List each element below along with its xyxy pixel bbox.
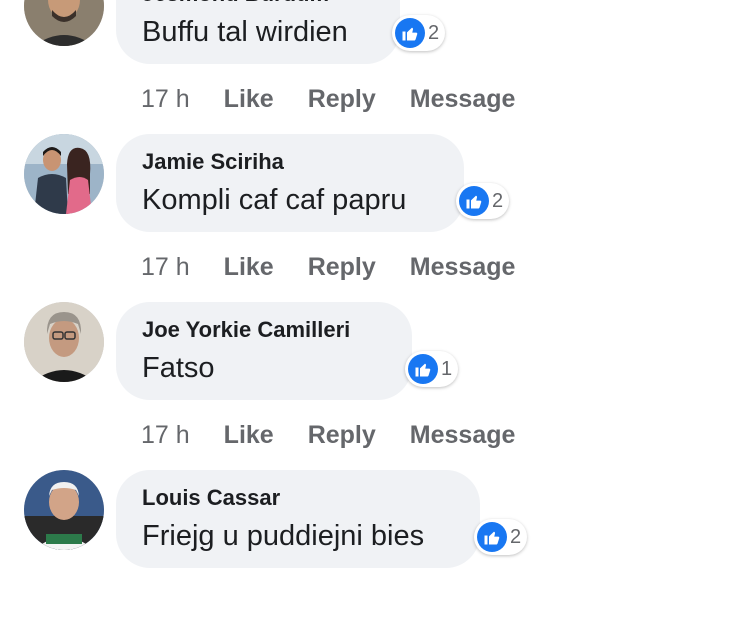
- reaction-badge[interactable]: 2: [456, 183, 510, 219]
- avatar-photo-icon: [24, 302, 104, 382]
- like-icon: [459, 186, 489, 216]
- avatar-photo-icon: [24, 134, 104, 214]
- comment-text: Fatso: [142, 352, 215, 384]
- like-icon: [408, 354, 438, 384]
- like-button[interactable]: Like: [224, 253, 274, 282]
- like-button[interactable]: Like: [224, 85, 274, 114]
- reaction-count: 2: [510, 525, 522, 548]
- like-icon: [395, 18, 425, 48]
- avatar[interactable]: [24, 134, 104, 214]
- comment-item: Joe Yorkie Camilleri Fatso 1 17 h Like R…: [0, 302, 746, 470]
- reaction-count: 2: [492, 189, 504, 212]
- reaction-badge[interactable]: 2: [474, 519, 528, 555]
- comment-timestamp[interactable]: 17 h: [141, 253, 190, 282]
- avatar[interactable]: [24, 302, 104, 382]
- comment-bubble: Joe Yorkie Camilleri Fatso: [116, 302, 412, 400]
- message-button[interactable]: Message: [410, 421, 516, 450]
- comment-text: Friejg u puddiejni bies: [142, 520, 425, 552]
- comment-author[interactable]: Joe Yorkie Camilleri: [142, 316, 386, 344]
- reply-button[interactable]: Reply: [308, 253, 376, 282]
- comment-item: Louis Cassar Friejg u puddiejni bies 2: [0, 470, 746, 638]
- comment-author[interactable]: Jesmond Burdum: [142, 0, 374, 8]
- reply-button[interactable]: Reply: [308, 421, 376, 450]
- comment-actions: 17 h Like Reply Message: [141, 421, 515, 450]
- reply-button[interactable]: Reply: [308, 85, 376, 114]
- comment-bubble: Jesmond Burdum Buffu tal wirdien: [116, 0, 400, 64]
- comment-actions: 17 h Like Reply Message: [141, 253, 515, 282]
- comment-bubble: Louis Cassar Friejg u puddiejni bies: [116, 470, 480, 568]
- reaction-badge[interactable]: 2: [392, 15, 446, 51]
- comment-text: Kompli caf caf papru: [142, 184, 407, 216]
- like-icon: [477, 522, 507, 552]
- avatar-photo-icon: [24, 470, 104, 550]
- reaction-count: 1: [441, 357, 453, 380]
- comment-timestamp[interactable]: 17 h: [141, 421, 190, 450]
- avatar[interactable]: [24, 470, 104, 550]
- comment-author[interactable]: Jamie Sciriha: [142, 148, 438, 176]
- like-button[interactable]: Like: [224, 421, 274, 450]
- reaction-count: 2: [428, 21, 440, 44]
- comment-bubble: Jamie Sciriha Kompli caf caf papru: [116, 134, 464, 232]
- message-button[interactable]: Message: [410, 85, 516, 114]
- avatar-photo-icon: [24, 0, 104, 46]
- reaction-badge[interactable]: 1: [405, 351, 459, 387]
- comment-text: Buffu tal wirdien: [142, 16, 348, 48]
- comment-author[interactable]: Louis Cassar: [142, 484, 454, 512]
- comment-item: Jesmond Burdum Buffu tal wirdien 2 17 h …: [0, 0, 746, 134]
- message-button[interactable]: Message: [410, 253, 516, 282]
- avatar[interactable]: [24, 0, 104, 46]
- comment-item: Jamie Sciriha Kompli caf caf papru 2 17 …: [0, 134, 746, 302]
- comment-timestamp[interactable]: 17 h: [141, 85, 190, 114]
- comment-actions: 17 h Like Reply Message: [141, 85, 515, 114]
